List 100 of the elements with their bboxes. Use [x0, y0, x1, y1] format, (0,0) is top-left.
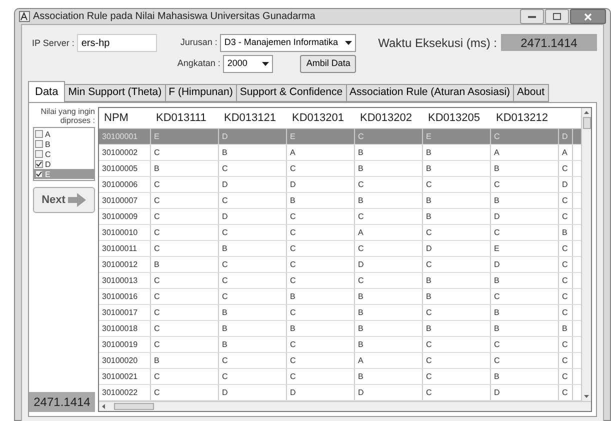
checkbox[interactable]: [35, 170, 43, 178]
table-cell: B: [559, 321, 573, 336]
table-row[interactable]: 30100019 C B C B C C C: [99, 337, 581, 353]
table-row[interactable]: 30100005 B C C B B B C: [99, 161, 581, 177]
table-cell: C: [151, 193, 219, 208]
table-row[interactable]: 30100002 C B A B B A A: [99, 145, 581, 161]
table-row[interactable]: 30100007 C C B B B B C: [99, 193, 581, 209]
table-cell: B: [491, 161, 559, 176]
grade-option[interactable]: D: [34, 159, 94, 169]
table-cell: C: [559, 161, 573, 176]
table-cell: 30100018: [99, 321, 151, 336]
table-cell: B: [355, 337, 423, 352]
scroll-thumb[interactable]: [114, 403, 154, 410]
tab[interactable]: Association Rule (Aturan Asosiasi): [346, 84, 514, 102]
column-header[interactable]: KD013121: [219, 108, 287, 128]
table-row[interactable]: 30100020 B C C A C C C: [99, 353, 581, 369]
execution-time-label: Waktu Eksekusi (ms) :: [378, 35, 497, 52]
column-header[interactable]: KD013212: [491, 108, 559, 128]
table-cell: C: [219, 161, 287, 176]
table-cell: C: [151, 385, 219, 400]
table-cell: C: [151, 337, 219, 352]
column-header[interactable]: KD013201: [287, 108, 355, 128]
maximize-button[interactable]: [545, 9, 569, 24]
table-cell: B: [355, 369, 423, 384]
scroll-up-icon: [584, 110, 589, 115]
table-cell: A: [287, 145, 355, 160]
table-cell: 30100020: [99, 353, 151, 368]
grade-option[interactable]: A: [34, 129, 94, 139]
column-header[interactable]: NPM: [99, 108, 151, 128]
grade-option[interactable]: B: [34, 139, 94, 149]
table-cell: B: [491, 305, 559, 320]
table-cell: C: [559, 385, 573, 400]
close-icon: [584, 12, 592, 20]
table-cell: C: [151, 369, 219, 384]
arrow-right-icon: [68, 193, 86, 207]
tab[interactable]: Min Support (Theta): [65, 84, 166, 102]
table-cell: C: [151, 177, 219, 192]
table-cell: D: [491, 209, 559, 224]
table-cell: B: [151, 257, 219, 272]
column-header[interactable]: KD013202: [355, 108, 423, 128]
app-icon: [19, 11, 30, 22]
execution-time-value: 2471.1414: [29, 392, 95, 412]
table-cell: C: [287, 369, 355, 384]
table-cell: C: [491, 337, 559, 352]
table-cell: A: [559, 145, 573, 160]
table-row[interactable]: 30100022 C D D D C D C: [99, 385, 581, 401]
table-row[interactable]: 30100013 C C C C B B C: [99, 273, 581, 289]
scroll-thumb[interactable]: [582, 117, 590, 129]
checkbox[interactable]: [35, 150, 43, 158]
table-cell: C: [423, 369, 491, 384]
table-cell: C: [423, 337, 491, 352]
table-cell: C: [151, 209, 219, 224]
table-cell: 30100012: [99, 257, 151, 272]
ip-server-field[interactable]: ers-hp: [77, 34, 158, 52]
table-row[interactable]: 30100017 C B C B C B C: [99, 305, 581, 321]
table-cell: B: [219, 321, 287, 336]
table-row[interactable]: 30100018 C B B B B B B: [99, 321, 581, 337]
table-row[interactable]: 30100006 C D D C C C D: [99, 177, 581, 193]
table-row[interactable]: 30100016 C C B B B C C: [99, 289, 581, 305]
checkbox[interactable]: [35, 160, 43, 168]
close-button[interactable]: [570, 9, 606, 24]
fetch-data-button[interactable]: Ambil Data: [300, 55, 356, 73]
table-cell: 30100001: [99, 129, 151, 144]
table-row[interactable]: 30100021 C C C B C B C: [99, 369, 581, 385]
table-cell: 30100007: [99, 193, 151, 208]
table-cell: E: [287, 129, 355, 144]
filter-label: Nilai yang ingin diproses :: [40, 107, 95, 125]
horizontal-scrollbar[interactable]: [99, 401, 591, 411]
table-cell: C: [355, 273, 423, 288]
table-row[interactable]: 30100009 C D C C B D C: [99, 209, 581, 225]
tab[interactable]: F (Himpunan): [166, 84, 237, 102]
next-button[interactable]: Next: [33, 187, 95, 213]
column-header[interactable]: KD013111: [151, 108, 219, 128]
table-cell: C: [287, 257, 355, 272]
table-cell: C: [423, 225, 491, 240]
table-cell: C: [151, 145, 219, 160]
table-cell: C: [491, 177, 559, 192]
tab[interactable]: Support & Confidence: [236, 84, 347, 102]
table-cell: B: [423, 145, 491, 160]
table-cell: C: [559, 273, 573, 288]
table-row[interactable]: 30100010 C C C A C C B: [99, 225, 581, 241]
table-cell: C: [287, 305, 355, 320]
minimize-button[interactable]: [520, 9, 544, 24]
table-cell: C: [151, 225, 219, 240]
table-row[interactable]: 30100011 C B C C D E C: [99, 241, 581, 257]
table-cell: 30100009: [99, 209, 151, 224]
tab[interactable]: Data: [28, 81, 66, 102]
vertical-scrollbar[interactable]: [581, 108, 591, 401]
table-cell: C: [559, 241, 573, 256]
table-cell: C: [423, 257, 491, 272]
column-header[interactable]: KD013205: [423, 108, 491, 128]
jurusan-dropdown[interactable]: D3 - Manajemen Informatika: [220, 34, 356, 52]
table-cell: B: [151, 161, 219, 176]
grade-option[interactable]: C: [34, 149, 94, 159]
checkbox[interactable]: [35, 130, 43, 138]
table-row[interactable]: 30100012 B C C D C D C: [99, 257, 581, 273]
checkbox[interactable]: [35, 140, 43, 148]
table-cell: B: [151, 353, 219, 368]
tab[interactable]: About: [514, 84, 548, 102]
angkatan-dropdown[interactable]: 2000: [223, 55, 274, 73]
